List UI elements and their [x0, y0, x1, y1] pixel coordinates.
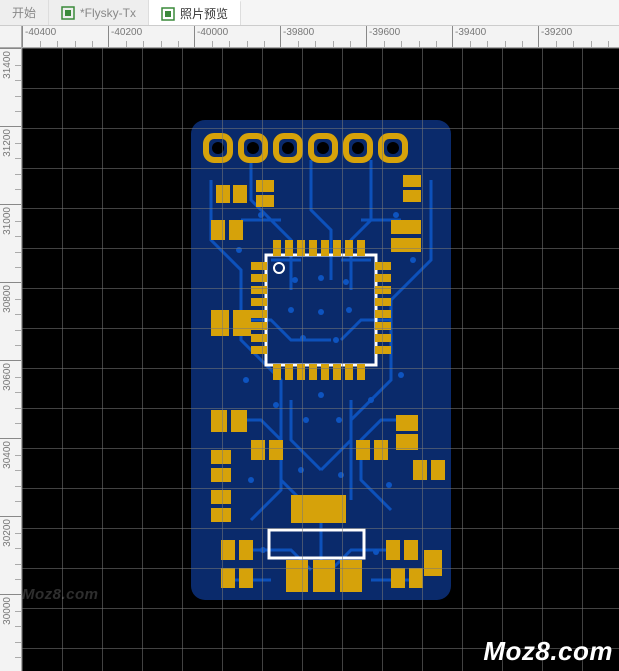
- grid-line: [22, 408, 619, 409]
- ruler-h-tick: -39400: [452, 26, 538, 47]
- ruler-h-tick: -40400: [22, 26, 108, 47]
- grid-line: [342, 48, 343, 671]
- pcb-icon: [161, 7, 175, 21]
- ruler-v-tick: 30800: [0, 282, 21, 360]
- grid-line: [22, 248, 619, 249]
- design-canvas[interactable]: Moz8.com Moz8.com: [22, 48, 619, 671]
- ruler-vertical[interactable]: 3140031200310003080030600304003020030000: [0, 48, 22, 671]
- grid-line: [102, 48, 103, 671]
- grid-line: [502, 48, 503, 671]
- ruler-h-tick: -39600: [366, 26, 452, 47]
- grid-line: [22, 208, 619, 209]
- grid-line: [222, 48, 223, 671]
- ruler-h-tick: -40000: [194, 26, 280, 47]
- grid-line: [22, 528, 619, 529]
- grid-line: [262, 48, 263, 671]
- grid-line: [22, 568, 619, 569]
- watermark-faded: Moz8.com: [22, 586, 99, 603]
- ruler-h-tick: -39800: [280, 26, 366, 47]
- grid-line: [22, 368, 619, 369]
- grid-line: [22, 648, 619, 649]
- grid-line: [22, 48, 619, 49]
- grid-line: [22, 608, 619, 609]
- ruler-v-tick: 31000: [0, 204, 21, 282]
- grid-line: [542, 48, 543, 671]
- ruler-v-tick: 31200: [0, 126, 21, 204]
- grid-line: [422, 48, 423, 671]
- ruler-corner: [0, 26, 22, 48]
- tab-bar: 开始 *Flysky-Tx 照片预览: [0, 0, 619, 26]
- ruler-h-tick: -39200: [538, 26, 619, 47]
- grid-line: [22, 88, 619, 89]
- grid-line: [22, 488, 619, 489]
- ruler-v-tick: 30000: [0, 594, 21, 671]
- grid-line: [582, 48, 583, 671]
- tab-label: 开始: [12, 4, 36, 21]
- grid-line: [22, 448, 619, 449]
- ruler-v-tick: 30400: [0, 438, 21, 516]
- workspace: -40400-40200-40000-39800-39600-39400-392…: [0, 26, 619, 671]
- grid-line: [22, 328, 619, 329]
- tab-flysky[interactable]: *Flysky-Tx: [49, 0, 149, 25]
- grid-line: [62, 48, 63, 671]
- ruler-v-tick: 30200: [0, 516, 21, 594]
- grid-line: [462, 48, 463, 671]
- pcb-icon: [61, 6, 75, 20]
- grid-line: [22, 288, 619, 289]
- ruler-h-tick: -40200: [108, 26, 194, 47]
- tab-label: *Flysky-Tx: [80, 6, 136, 20]
- ruler-horizontal[interactable]: -40400-40200-40000-39800-39600-39400-392…: [22, 26, 619, 48]
- tab-label: 照片预览: [180, 5, 228, 22]
- grid-line: [302, 48, 303, 671]
- grid-line: [382, 48, 383, 671]
- tab-photo-preview[interactable]: 照片预览: [149, 0, 241, 25]
- ruler-v-tick: 31400: [0, 48, 21, 126]
- ruler-v-tick: 30600: [0, 360, 21, 438]
- grid-line: [22, 168, 619, 169]
- grid-line: [22, 48, 23, 671]
- grid-line: [22, 128, 619, 129]
- grid-line: [142, 48, 143, 671]
- tab-start[interactable]: 开始: [0, 0, 49, 25]
- grid-line: [182, 48, 183, 671]
